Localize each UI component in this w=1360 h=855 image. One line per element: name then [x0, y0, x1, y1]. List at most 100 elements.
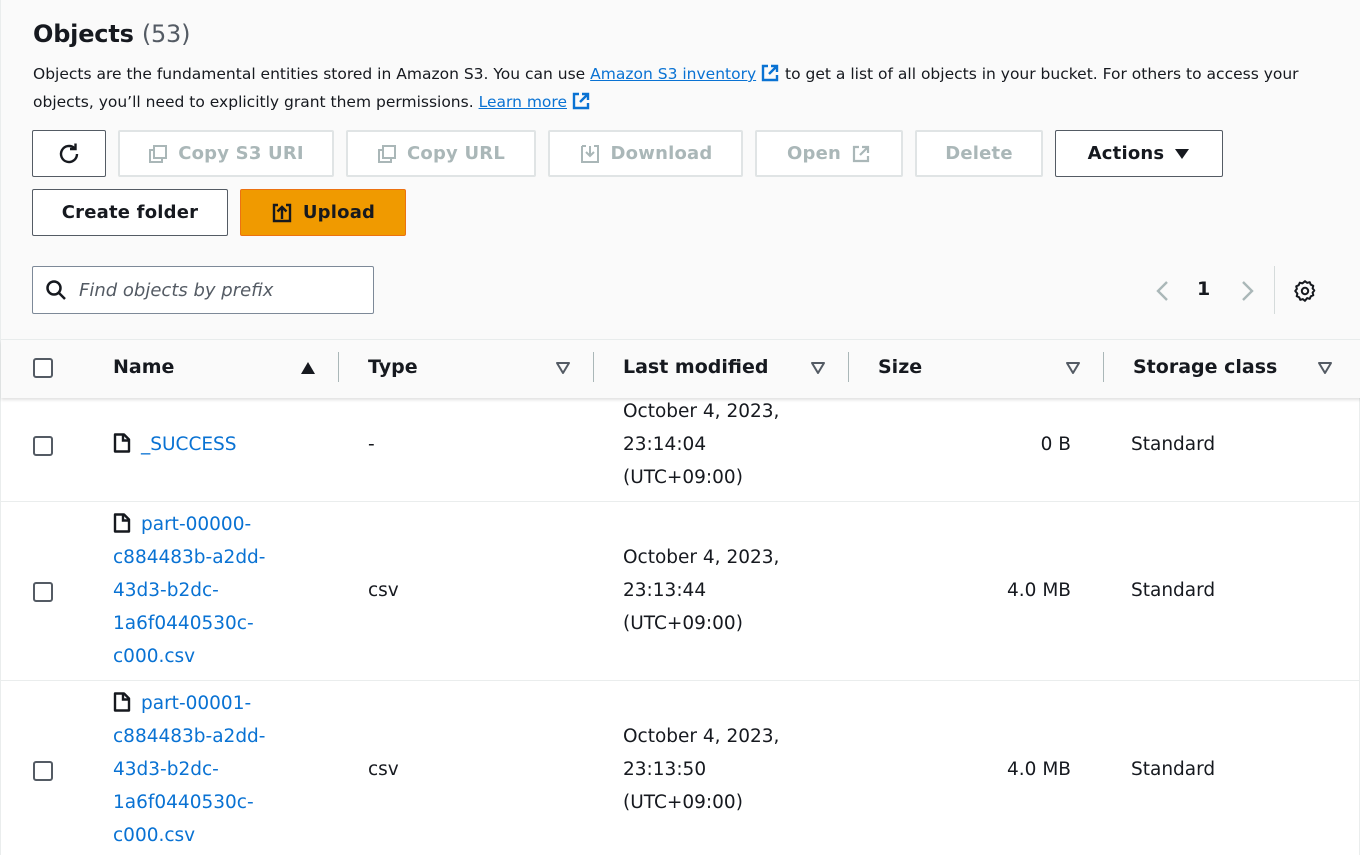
select-all-checkbox[interactable] [33, 358, 53, 378]
delete-label: Delete [945, 143, 1013, 164]
learn-more-label: Learn more [478, 93, 567, 111]
caret-down-icon [1175, 148, 1190, 159]
object-name-line: 43d3-b2dc- [113, 759, 219, 780]
search-icon [46, 280, 66, 300]
download-label: Download [610, 143, 713, 164]
sort-desc-icon[interactable] [1317, 361, 1333, 375]
copy-s3-uri-label: Copy S3 URI [178, 143, 304, 164]
object-type: - [368, 434, 375, 455]
object-name-link[interactable]: part-00001- c884483b-a2dd- 43d3-b2dc- 1a… [113, 687, 265, 852]
object-type: csv [368, 580, 399, 601]
copy-s3-uri-button[interactable]: Copy S3 URI [118, 130, 334, 177]
file-icon [113, 513, 131, 533]
object-size: 0 B [1040, 434, 1071, 455]
chevron-left-icon[interactable] [1153, 279, 1173, 303]
object-name-link[interactable]: _SUCCESS [113, 428, 237, 461]
object-name-line: c884483b-a2dd- [113, 726, 266, 747]
col-modified-header[interactable]: Last modified [623, 356, 768, 378]
col-storage-header[interactable]: Storage class [1133, 356, 1277, 378]
object-name-line: 43d3-b2dc- [113, 580, 219, 601]
sort-desc-icon[interactable] [810, 361, 826, 375]
pager-divider [1274, 266, 1275, 314]
external-link-icon [761, 64, 779, 82]
actions-label: Actions [1087, 143, 1165, 164]
object-name-line: 1a6f0440530c- [113, 792, 254, 813]
object-name-line: part-00001- [141, 693, 252, 714]
objects-panel: Objects (53) Objects are the fundamental… [0, 0, 1360, 855]
search-input[interactable] [79, 279, 349, 301]
page-title: Objects (53) [33, 20, 190, 48]
download-icon [580, 144, 599, 163]
row-checkbox[interactable] [33, 761, 53, 781]
actions-dropdown[interactable]: Actions [1055, 130, 1223, 177]
copy-url-label: Copy URL [406, 143, 505, 164]
table-row[interactable]: _SUCCESS - October 4, 2023, 23:14:04 (UT… [1, 398, 1360, 502]
object-name-line: c000.csv [113, 825, 196, 846]
column-divider[interactable] [338, 352, 339, 382]
object-name-link[interactable]: part-00000- c884483b-a2dd- 43d3-b2dc- 1a… [113, 508, 265, 673]
table-header: Name Type Last modified Size Storage cla… [1, 340, 1360, 398]
settings-icon[interactable] [1293, 279, 1317, 303]
external-link-icon [852, 145, 870, 162]
col-type-header[interactable]: Type [368, 356, 418, 378]
search-box[interactable] [32, 266, 374, 314]
object-count: (53) [141, 20, 191, 48]
sort-desc-icon[interactable] [555, 361, 571, 375]
modified-line: 23:14:04 [623, 434, 707, 455]
upload-icon [272, 203, 292, 222]
object-name: _SUCCESS [141, 434, 237, 455]
col-size-header[interactable]: Size [878, 356, 922, 378]
download-button[interactable]: Download [548, 130, 743, 177]
object-last-modified: October 4, 2023, 23:13:44 (UTC+09:00) [623, 541, 779, 640]
modified-line: 23:13:44 [623, 580, 707, 601]
upload-button[interactable]: Upload [240, 189, 406, 236]
object-storage-class: Standard [1131, 759, 1216, 780]
title-text: Objects [33, 20, 134, 48]
table-row[interactable]: part-00001- c884483b-a2dd- 43d3-b2dc- 1a… [1, 681, 1360, 855]
object-last-modified: October 4, 2023, 23:13:50 (UTC+09:00) [623, 720, 779, 819]
table-row[interactable]: part-00000- c884483b-a2dd- 43d3-b2dc- 1a… [1, 502, 1360, 681]
copy-url-button[interactable]: Copy URL [346, 130, 536, 177]
copy-icon [377, 144, 396, 163]
inventory-link[interactable]: Amazon S3 inventory [590, 64, 780, 83]
object-size: 4.0 MB [1007, 759, 1071, 780]
modified-line: (UTC+09:00) [623, 613, 743, 634]
delete-button[interactable]: Delete [915, 130, 1043, 177]
create-folder-button[interactable]: Create folder [32, 189, 228, 236]
upload-label: Upload [302, 202, 376, 223]
create-folder-label: Create folder [61, 202, 199, 223]
objects-header: Objects (53) Objects are the fundamental… [1, 0, 1360, 340]
modified-line: (UTC+09:00) [623, 467, 743, 488]
column-divider[interactable] [593, 352, 594, 382]
modified-line: October 4, 2023, [623, 547, 780, 568]
object-storage-class: Standard [1131, 580, 1216, 601]
refresh-button[interactable] [32, 130, 106, 177]
description: Objects are the fundamental entities sto… [33, 60, 1333, 116]
file-icon [113, 692, 131, 712]
open-label: Open [786, 143, 841, 164]
object-name-line: 1a6f0440530c- [113, 613, 254, 634]
column-divider[interactable] [848, 352, 849, 382]
column-divider[interactable] [1103, 352, 1104, 382]
external-link-icon [572, 92, 590, 110]
object-size: 4.0 MB [1007, 580, 1071, 601]
object-type: csv [368, 759, 399, 780]
col-name-header[interactable]: Name [113, 356, 174, 378]
object-storage-class: Standard [1131, 434, 1216, 455]
learn-more-link[interactable]: Learn more [478, 92, 591, 111]
copy-icon [149, 144, 168, 163]
inventory-link-label: Amazon S3 inventory [590, 65, 757, 83]
row-checkbox[interactable] [33, 582, 53, 602]
object-name-line: c884483b-a2dd- [113, 547, 266, 568]
chevron-right-icon[interactable] [1237, 279, 1257, 303]
refresh-icon [59, 143, 79, 163]
current-page[interactable]: 1 [1197, 278, 1210, 300]
open-button[interactable]: Open [755, 130, 903, 177]
modified-line: October 4, 2023, [623, 401, 780, 422]
row-checkbox[interactable] [33, 436, 53, 456]
object-last-modified: October 4, 2023, 23:14:04 (UTC+09:00) [623, 395, 779, 494]
file-icon [113, 433, 131, 453]
modified-line: October 4, 2023, [623, 726, 780, 747]
sort-desc-icon[interactable] [1065, 361, 1081, 375]
sort-asc-icon[interactable] [300, 361, 316, 375]
